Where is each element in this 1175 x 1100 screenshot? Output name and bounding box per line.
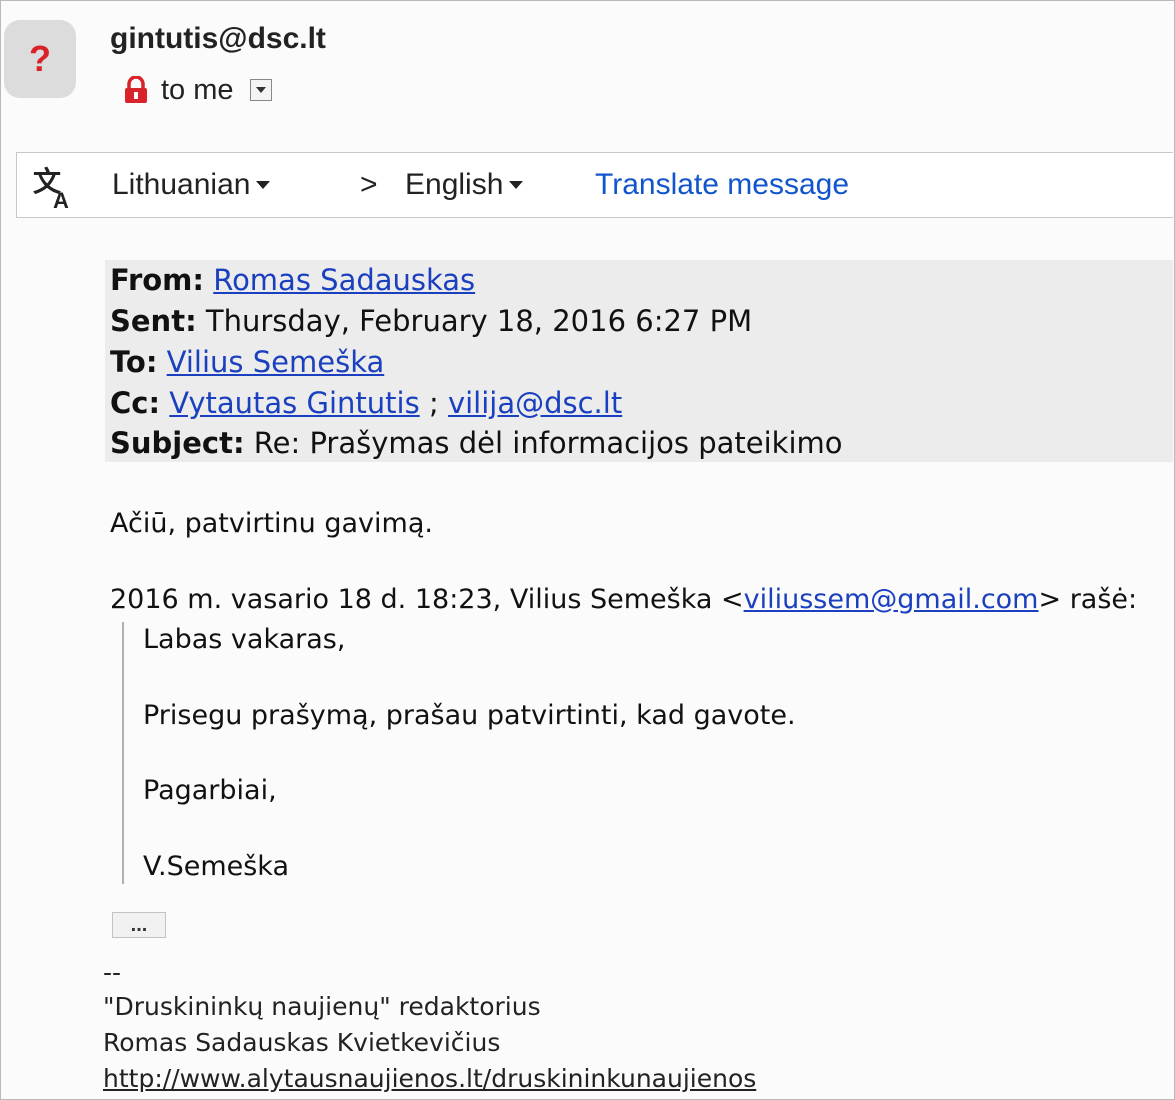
recipient-row: to me xyxy=(123,70,272,110)
sender-avatar[interactable]: ? xyxy=(4,20,76,98)
quote-intro-suffix: > rašė: xyxy=(1038,584,1138,615)
subject-value: Re: Prašymas dėl informacijos pateikimo xyxy=(253,426,843,460)
to-line: To: Vilius Semeška xyxy=(110,345,384,379)
from-label: From: xyxy=(110,263,204,297)
sender-address[interactable]: gintutis@dsc.lt xyxy=(110,22,326,56)
cc-label: Cc: xyxy=(110,386,161,420)
quote-line: Prisegu prašymą, prašau patvirtinti, kad… xyxy=(143,700,796,731)
translate-message-link[interactable]: Translate message xyxy=(595,168,849,202)
translate-icon: 文 A xyxy=(33,165,69,211)
from-name-link[interactable]: Romas Sadauskas xyxy=(213,263,475,297)
signature-url-link[interactable]: http://www.alytausnaujienos.lt/druskinin… xyxy=(103,1064,756,1093)
quote-intro: 2016 m. vasario 18 d. 18:23, Vilius Seme… xyxy=(110,584,1137,615)
target-language-label: English xyxy=(405,168,504,201)
chevron-down-icon xyxy=(255,87,266,93)
sent-value: Thursday, February 18, 2016 6:27 PM xyxy=(205,304,753,338)
quote-line: Pagarbiai, xyxy=(143,775,277,806)
subject-line: Subject: Re: Prašymas dėl informacijos p… xyxy=(110,426,843,460)
show-details-button[interactable] xyxy=(249,79,272,101)
quote-email-link[interactable]: viliussem@gmail.com xyxy=(744,584,1039,615)
cc-line: Cc: Vytautas Gintutis ; vilija@dsc.lt xyxy=(110,386,622,420)
cc-name-link[interactable]: Vytautas Gintutis xyxy=(169,386,419,420)
source-language-label: Lithuanian xyxy=(112,168,251,201)
unknown-sender-icon: ? xyxy=(29,38,51,79)
quote-line: Labas vakaras, xyxy=(143,624,346,655)
recipient-label: to me xyxy=(161,73,234,106)
from-line: From: Romas Sadauskas xyxy=(110,263,475,297)
signature-line: "Druskininkų naujienų" redaktorius xyxy=(103,992,541,1021)
to-label: To: xyxy=(110,345,158,379)
sent-label: Sent: xyxy=(110,304,197,338)
quote-divider xyxy=(122,622,124,884)
to-name-link[interactable]: Vilius Semeška xyxy=(167,345,385,379)
caret-down-icon xyxy=(509,181,524,189)
quote-line: V.Semeška xyxy=(143,851,290,882)
translate-bar: 文 A Lithuanian > English Translate messa… xyxy=(16,152,1173,218)
lock-icon[interactable] xyxy=(123,76,149,104)
source-language-dropdown[interactable]: Lithuanian xyxy=(112,168,271,202)
reply-text: Ačiū, patvirtinu gavimą. xyxy=(110,508,433,539)
signature-line: Romas Sadauskas Kvietkevičius xyxy=(103,1028,501,1057)
quote-intro-text: 2016 m. vasario 18 d. 18:23, Vilius Seme… xyxy=(110,584,744,615)
caret-down-icon xyxy=(256,181,271,189)
svg-text:A: A xyxy=(53,188,69,211)
subject-label: Subject: xyxy=(110,426,245,460)
cc-separator: ; xyxy=(428,386,439,420)
cc-email-link[interactable]: vilija@dsc.lt xyxy=(448,386,622,420)
signature-separator: -- xyxy=(103,958,122,987)
target-language-dropdown[interactable]: English xyxy=(405,168,524,202)
language-arrow-icon: > xyxy=(360,168,378,201)
sent-line: Sent: Thursday, February 18, 2016 6:27 P… xyxy=(110,304,752,338)
show-trimmed-content-button[interactable]: ... xyxy=(112,912,166,938)
